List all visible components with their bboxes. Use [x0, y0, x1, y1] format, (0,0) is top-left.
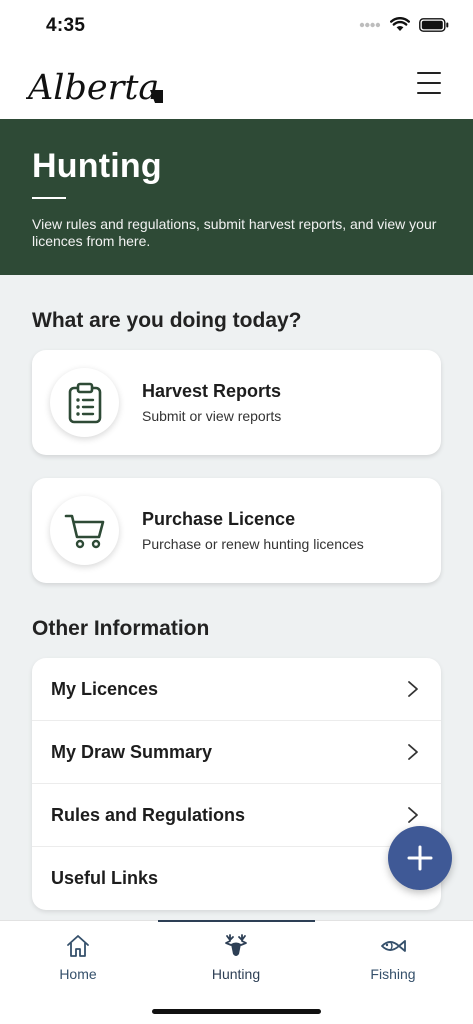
list-item-my-licences[interactable]: My Licences [32, 658, 441, 721]
tab-label: Fishing [370, 966, 416, 982]
cellular-signal-icon [359, 22, 381, 27]
tab-label: Home [59, 966, 97, 982]
section-title-other: Other Information [32, 617, 210, 640]
tab-hunting[interactable]: Hunting [176, 933, 296, 993]
other-info-list: My Licences My Draw Summary Rules and Re… [32, 658, 441, 910]
bottom-tab-bar: Home Hunting Fishing [0, 920, 473, 1024]
list-item-useful-links[interactable]: Useful Links [32, 847, 441, 910]
list-item-my-draw-summary[interactable]: My Draw Summary [32, 721, 441, 784]
alberta-logo[interactable]: Alberta [26, 60, 171, 110]
hero-banner: Hunting View rules and regulations, subm… [0, 119, 473, 275]
title-underline [32, 197, 66, 199]
cart-icon [64, 514, 104, 548]
card-subtitle: Submit or view reports [142, 408, 282, 424]
card-subtitle: Purchase or renew hunting licences [142, 536, 364, 552]
deer-icon [225, 934, 247, 956]
fish-icon [381, 940, 406, 952]
list-item-label: Rules and Regulations [51, 805, 246, 825]
tab-home[interactable]: Home [18, 933, 138, 993]
active-tab-indicator [158, 920, 315, 922]
list-item-rules-and-regulations[interactable]: Rules and Regulations [32, 784, 441, 847]
list-item-label: My Draw Summary [51, 742, 213, 762]
status-time: 4:35 [46, 15, 86, 36]
tab-label: Hunting [211, 966, 261, 982]
list-item-label: My Licences [51, 679, 159, 699]
purchase-licence-card[interactable]: Purchase Licence Purchase or renew hunti… [32, 478, 441, 583]
status-bar: 4:35 [0, 0, 473, 52]
clipboard-icon [68, 382, 101, 423]
hamburger-icon[interactable] [417, 72, 441, 94]
home-indicator [152, 1009, 321, 1014]
add-fab-button[interactable] [388, 826, 452, 890]
card-title: Harvest Reports [142, 381, 282, 401]
harvest-reports-card[interactable]: Harvest Reports Submit or view reports [32, 350, 441, 455]
chevron-right-icon [408, 807, 418, 823]
section-title-today: What are you doing today? [32, 309, 302, 332]
plus-icon [407, 845, 433, 871]
icon-circle [50, 368, 119, 437]
status-icons [359, 17, 449, 32]
chevron-right-icon [408, 681, 418, 697]
hero-description: View rules and regulations, submit harve… [32, 216, 437, 249]
wifi-icon [390, 17, 410, 31]
battery-icon [419, 17, 449, 32]
icon-circle [50, 496, 119, 565]
list-item-label: Useful Links [51, 868, 159, 888]
home-icon [67, 935, 89, 957]
page-title: Hunting [32, 147, 162, 185]
app-header: Alberta [0, 52, 473, 119]
tab-fishing[interactable]: Fishing [333, 933, 453, 993]
chevron-right-icon [408, 744, 418, 760]
logo-wordmark: Alberta [26, 68, 159, 108]
card-title: Purchase Licence [142, 509, 296, 529]
